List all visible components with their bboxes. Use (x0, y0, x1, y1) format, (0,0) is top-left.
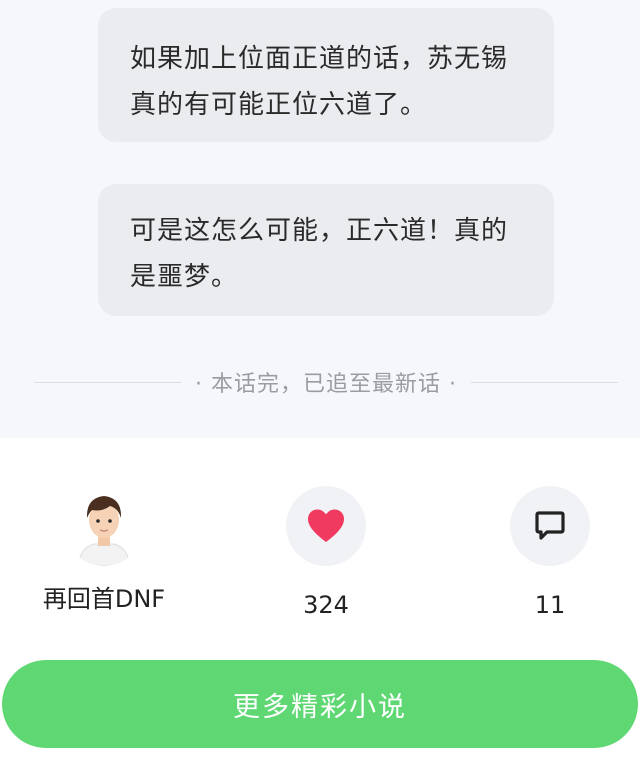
author-name[interactable]: 再回首DNF (24, 584, 184, 614)
page: 如果加上位面正道的话，苏无锡真的有可能正位六道了。 可是这怎么可能，正六道！真的… (0, 0, 640, 762)
like-button[interactable] (286, 486, 366, 566)
like-count: 324 (303, 591, 349, 619)
divider-line (34, 381, 182, 383)
message-text: 可是这怎么可能，正六道！真的是噩梦。 (130, 216, 509, 292)
like-action[interactable]: 324 (246, 486, 406, 620)
comment-button[interactable] (510, 486, 590, 566)
comment-count: 11 (534, 591, 566, 619)
more-novels-button[interactable]: 更多精彩小说 (2, 660, 638, 748)
comment-icon (535, 511, 565, 540)
chapter-end-text: · 本话完，已追至最新话 · (195, 372, 457, 397)
chat-area: 如果加上位面正道的话，苏无锡真的有可能正位六道了。 可是这怎么可能，正六道！真的… (0, 0, 640, 438)
message-bubble: 可是这怎么可能，正六道！真的是噩梦。 (98, 184, 554, 316)
message-text: 如果加上位面正道的话，苏无锡真的有可能正位六道了。 (130, 44, 509, 120)
more-novels-label: 更多精彩小说 (233, 691, 407, 723)
avatar-icon[interactable] (64, 486, 144, 566)
comment-action[interactable]: 11 (470, 486, 630, 620)
chapter-end-divider: · 本话完，已追至最新话 · (34, 364, 619, 400)
divider-line (471, 381, 619, 383)
author-profile[interactable]: 再回首DNF (24, 486, 184, 614)
message-bubble: 如果加上位面正道的话，苏无锡真的有可能正位六道了。 (98, 8, 554, 142)
heart-icon (308, 509, 344, 542)
bottom-panel: 再回首DNF 324 11 更多精彩小说 (0, 438, 640, 762)
